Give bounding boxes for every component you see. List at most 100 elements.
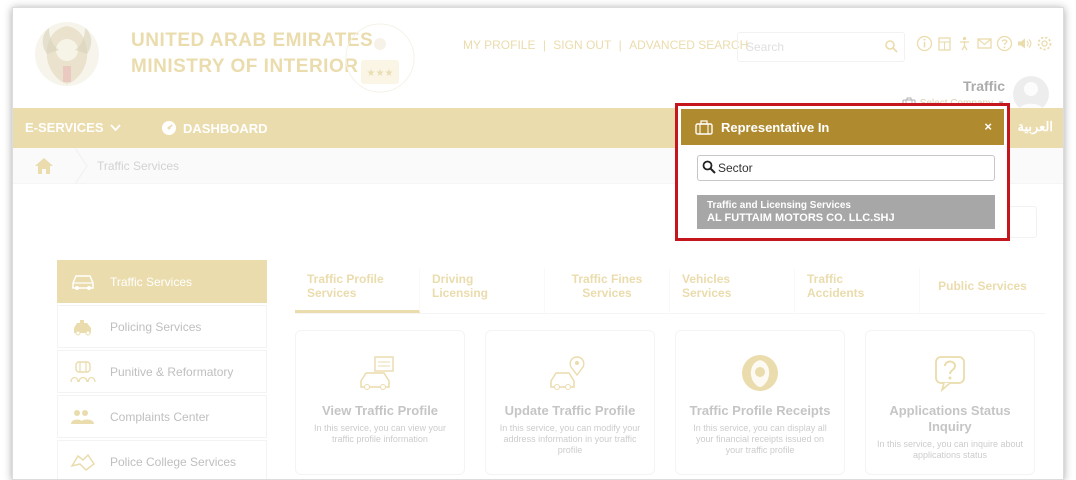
page-background: UNITED ARAB EMIRATES MINISTRY OF INTERIO…: [13, 8, 1063, 479]
car-icon: [72, 274, 94, 290]
result-line-2: AL FUTTAIM MOTORS CO. LLC.SHJ: [707, 212, 895, 224]
tab-label-line1: Traffic Fines: [571, 272, 643, 286]
chevron-down-icon: [109, 123, 121, 131]
breadcrumb-separator: [74, 148, 88, 184]
service-tabs: Traffic Profile Services Driving Licensi…: [295, 268, 1045, 314]
tab-traffic-fines-services[interactable]: Traffic Fines Services: [545, 268, 670, 313]
card-description: In this service, you can view your traff…: [313, 423, 447, 444]
settings-icon[interactable]: [1036, 35, 1053, 52]
tab-label-line2: Services: [307, 286, 357, 300]
car-document-icon: [360, 356, 394, 390]
sidebar-item-police-college[interactable]: Police College Services: [57, 440, 267, 479]
my-profile-link[interactable]: MY PROFILE: [463, 38, 535, 52]
dashboard-label: DASHBOARD: [183, 120, 268, 136]
avatar[interactable]: [1013, 76, 1049, 112]
popup-search-field[interactable]: [697, 155, 995, 181]
people-icon: [71, 409, 94, 424]
tab-driving-licensing[interactable]: Driving Licensing: [420, 268, 545, 313]
sound-icon[interactable]: [1016, 35, 1033, 52]
browser-frame: UNITED ARAB EMIRATES MINISTRY OF INTERIO…: [12, 7, 1064, 480]
card-description: In this service, you can modify your add…: [499, 423, 641, 455]
user-name[interactable]: Traffic: [963, 78, 1005, 94]
sign-out-link[interactable]: SIGN OUT: [553, 38, 611, 52]
tab-label-line2: Services: [682, 286, 732, 300]
tab-label-line2: Services: [582, 286, 632, 300]
tab-label-line2: Licensing: [432, 286, 489, 300]
sidebar-item-label: Traffic Services: [110, 274, 193, 289]
ministry-name: UNITED ARAB EMIRATES MINISTRY OF INTERIO…: [131, 28, 373, 80]
info-icon[interactable]: [916, 35, 933, 52]
sidebar-item-label: Complaints Center: [110, 409, 210, 424]
card-title: Applications Status Inquiry: [889, 403, 1011, 434]
sidebar-item-complaints-center[interactable]: Complaints Center: [57, 395, 267, 438]
popup-search-input[interactable]: [718, 159, 988, 177]
police-car-icon: [74, 319, 91, 335]
sidebar-item-label: Policing Services: [110, 319, 202, 334]
question-icon: [935, 356, 965, 392]
card-title: View Traffic Profile: [321, 403, 439, 418]
popup-result-item[interactable]: Traffic and Licensing Services AL FUTTAI…: [697, 195, 995, 229]
eservices-label: E-SERVICES: [25, 120, 104, 135]
card-update-traffic-profile[interactable]: Update Traffic Profile In this service, …: [485, 330, 655, 475]
eservices-menu[interactable]: E-SERVICES: [25, 120, 121, 135]
close-button[interactable]: ×: [984, 119, 992, 134]
top-links: MY PROFILE | SIGN OUT | ADVANCED SEARCH: [461, 38, 750, 52]
car-location-icon: [550, 356, 585, 390]
dashboard-link[interactable]: DASHBOARD: [161, 120, 268, 136]
header-icon-bar: [916, 35, 1053, 52]
advanced-search-link[interactable]: ADVANCED SEARCH: [629, 38, 748, 52]
prison-icon: [70, 360, 96, 382]
search-icon[interactable]: [884, 39, 898, 53]
user-avatar-icon: [1018, 82, 1044, 112]
accessibility-icon[interactable]: [956, 35, 973, 52]
link-separator: |: [618, 38, 622, 52]
breadcrumb-current[interactable]: Traffic Services: [97, 159, 179, 173]
tab-label-line1: Traffic: [807, 272, 844, 286]
language-switch-link[interactable]: العربية: [1017, 119, 1053, 135]
search-icon: [702, 160, 716, 174]
mail-icon[interactable]: [976, 35, 993, 52]
uae-emblem-logo[interactable]: [33, 14, 101, 94]
services-sidebar: Traffic Services Policing Services Punit…: [57, 260, 267, 479]
dashboard-icon: [162, 121, 176, 135]
popup-header: Representative In ×: [681, 109, 1004, 145]
card-title: Update Traffic Profile: [504, 403, 636, 418]
help-icon[interactable]: [996, 35, 1013, 52]
tab-label-line1: Public Services: [938, 279, 1027, 293]
tab-label-line1: Vehicles: [682, 272, 731, 286]
building-icon[interactable]: [936, 35, 953, 52]
result-line-1: Traffic and Licensing Services: [707, 200, 851, 211]
sidebar-item-traffic-services[interactable]: Traffic Services: [57, 260, 267, 303]
site-header: UNITED ARAB EMIRATES MINISTRY OF INTERIO…: [13, 8, 1063, 112]
tab-label-line1: Driving: [432, 272, 474, 286]
tab-traffic-profile-services[interactable]: Traffic Profile Services: [295, 268, 420, 313]
service-cards: View Traffic Profile In this service, yo…: [295, 330, 1035, 475]
ministry-secondary-logo: ★★★: [345, 23, 415, 93]
card-title: Traffic Profile Receipts: [689, 403, 831, 418]
link-separator: |: [542, 38, 546, 52]
tab-label-line2: Accidents: [807, 286, 865, 300]
handshake-icon: [70, 453, 96, 471]
header-search-input[interactable]: Search: [737, 32, 905, 62]
sidebar-item-policing-services[interactable]: Policing Services: [57, 305, 267, 348]
emblem-icon: [742, 355, 778, 391]
ministry-line-1: UNITED ARAB EMIRATES: [131, 30, 374, 51]
sidebar-item-punitive-reformatory[interactable]: Punitive & Reformatory: [57, 350, 267, 393]
card-view-traffic-profile[interactable]: View Traffic Profile In this service, yo…: [295, 330, 465, 475]
card-description: In this service, you can inquire about a…: [876, 439, 1024, 460]
tab-vehicles-services[interactable]: Vehicles Services: [670, 268, 795, 313]
card-traffic-profile-receipts[interactable]: Traffic Profile Receipts In this service…: [675, 330, 845, 475]
tab-public-services[interactable]: Public Services: [920, 268, 1045, 313]
home-icon[interactable]: [33, 157, 55, 175]
card-applications-status-inquiry[interactable]: Applications Status Inquiry In this serv…: [865, 330, 1035, 475]
svg-text:★★★: ★★★: [367, 68, 394, 79]
card-description: In this service, you can display all you…: [693, 423, 827, 455]
tab-label-line1: Traffic Profile: [307, 272, 384, 286]
representative-in-popup: Representative In × Traffic and Licensin…: [675, 103, 1010, 241]
sidebar-item-label: Punitive & Reformatory: [110, 364, 234, 379]
search-placeholder: Search: [746, 40, 785, 54]
sidebar-item-label: Police College Services: [110, 454, 237, 469]
ministry-line-2: MINISTRY OF INTERIOR: [131, 56, 359, 77]
tab-traffic-accidents[interactable]: Traffic Accidents: [795, 268, 920, 313]
popup-title: Representative In: [721, 119, 830, 135]
